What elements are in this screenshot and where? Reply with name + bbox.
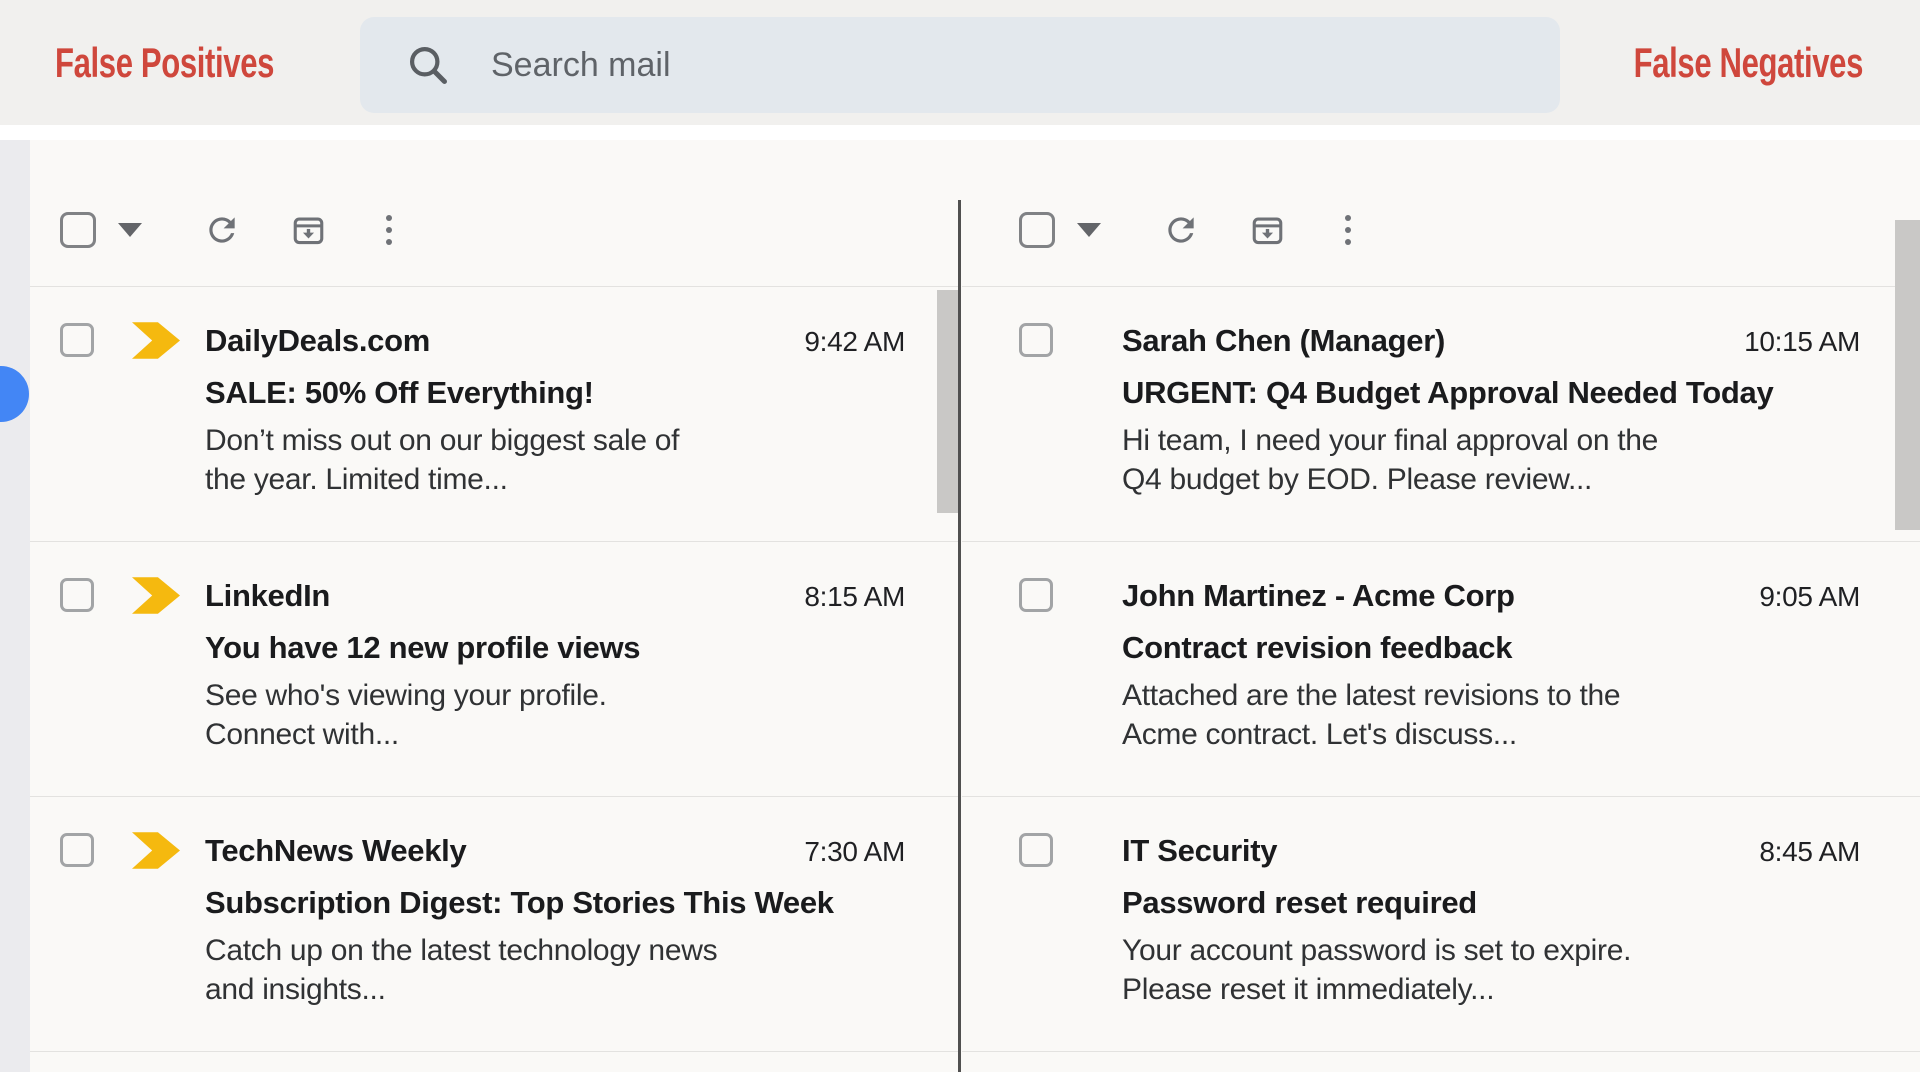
email-text: Sarah Chen (Manager) 10:15 AM URGENT: Q4… bbox=[1122, 320, 1860, 499]
email-sender: TechNews Weekly bbox=[205, 830, 466, 872]
email-text: LinkedIn 8:15 AM You have 12 new profile… bbox=[205, 575, 905, 754]
email-text: TechNews Weekly 7:30 AM Subscription Dig… bbox=[205, 830, 905, 1009]
email-first-line: IT Security 8:45 AM bbox=[1122, 830, 1860, 872]
email-snippet-line2: the year. Limited time... bbox=[205, 460, 905, 499]
email-subject: Subscription Digest: Top Stories This We… bbox=[205, 883, 905, 923]
email-row[interactable]: DailyDeals.com 9:42 AM SALE: 50% Off Eve… bbox=[30, 287, 960, 542]
email-time: 9:42 AM bbox=[804, 326, 905, 358]
archive-icon[interactable] bbox=[290, 212, 327, 249]
email-snippet-line2: Connect with... bbox=[205, 715, 905, 754]
email-snippet-line2: and insights... bbox=[205, 970, 905, 1009]
select-all-checkbox[interactable] bbox=[60, 212, 96, 248]
email-subject: URGENT: Q4 Budget Approval Needed Today bbox=[1122, 373, 1860, 413]
email-subject: Password reset required bbox=[1122, 883, 1860, 923]
email-snippet-line1: Your account password is set to expire. bbox=[1122, 931, 1860, 970]
false-positives-email-list: DailyDeals.com 9:42 AM SALE: 50% Off Eve… bbox=[30, 287, 960, 1052]
email-time: 8:45 AM bbox=[1759, 836, 1860, 868]
false-positives-title: False Positives bbox=[55, 0, 274, 125]
header-separator bbox=[0, 125, 1920, 140]
email-subject: Contract revision feedback bbox=[1122, 628, 1860, 668]
email-first-line: Sarah Chen (Manager) 10:15 AM bbox=[1122, 320, 1860, 362]
content-area: DailyDeals.com 9:42 AM SALE: 50% Off Eve… bbox=[0, 140, 1920, 1072]
email-row[interactable]: John Martinez - Acme Corp 9:05 AM Contra… bbox=[962, 542, 1920, 797]
right-toolbar bbox=[962, 140, 1920, 287]
email-row[interactable]: TechNews Weekly 7:30 AM Subscription Dig… bbox=[30, 797, 960, 1052]
false-negatives-panel: Sarah Chen (Manager) 10:15 AM URGENT: Q4… bbox=[962, 140, 1920, 1072]
email-snippet-line1: Attached are the latest revisions to the bbox=[1122, 676, 1860, 715]
email-checkbox[interactable] bbox=[60, 833, 94, 867]
email-text: John Martinez - Acme Corp 9:05 AM Contra… bbox=[1122, 575, 1860, 754]
email-snippet-line2: Please reset it immediately... bbox=[1122, 970, 1860, 1009]
email-checkbox[interactable] bbox=[1019, 323, 1053, 357]
email-time: 7:30 AM bbox=[804, 836, 905, 868]
email-row[interactable]: Sarah Chen (Manager) 10:15 AM URGENT: Q4… bbox=[962, 287, 1920, 542]
top-bar: False Positives False Negatives bbox=[0, 0, 1920, 125]
email-first-line: DailyDeals.com 9:42 AM bbox=[205, 320, 905, 362]
selection-dropdown-caret-icon[interactable] bbox=[1077, 223, 1101, 237]
email-sender: LinkedIn bbox=[205, 575, 330, 617]
email-snippet-line2: Acme contract. Let's discuss... bbox=[1122, 715, 1860, 754]
archive-icon[interactable] bbox=[1249, 212, 1286, 249]
left-scrollbar-thumb[interactable] bbox=[937, 290, 958, 513]
mail-app-screen: False Positives False Negatives bbox=[0, 0, 1920, 1072]
email-subject: You have 12 new profile views bbox=[205, 628, 905, 668]
email-text: IT Security 8:45 AM Password reset requi… bbox=[1122, 830, 1860, 1009]
selection-dropdown-caret-icon[interactable] bbox=[118, 223, 142, 237]
email-text: DailyDeals.com 9:42 AM SALE: 50% Off Eve… bbox=[205, 320, 905, 499]
false-negatives-title: False Negatives bbox=[1634, 0, 1863, 125]
more-options-icon[interactable] bbox=[1345, 215, 1351, 245]
email-time: 8:15 AM bbox=[804, 581, 905, 613]
select-all-checkbox[interactable] bbox=[1019, 212, 1055, 248]
right-scrollbar-thumb[interactable] bbox=[1895, 220, 1920, 530]
email-subject: SALE: 50% Off Everything! bbox=[205, 373, 905, 413]
search-input[interactable] bbox=[489, 45, 1530, 86]
importance-marker-icon[interactable] bbox=[132, 322, 180, 359]
email-first-line: LinkedIn 8:15 AM bbox=[205, 575, 905, 617]
false-positives-panel: DailyDeals.com 9:42 AM SALE: 50% Off Eve… bbox=[30, 140, 960, 1072]
email-snippet-line2: Q4 budget by EOD. Please review... bbox=[1122, 460, 1860, 499]
search-icon bbox=[405, 42, 451, 88]
email-snippet-line1: Hi team, I need your final approval on t… bbox=[1122, 421, 1860, 460]
refresh-icon[interactable] bbox=[203, 211, 241, 249]
email-row[interactable]: IT Security 8:45 AM Password reset requi… bbox=[962, 797, 1920, 1052]
refresh-icon[interactable] bbox=[1162, 211, 1200, 249]
email-checkbox[interactable] bbox=[60, 323, 94, 357]
left-toolbar bbox=[30, 140, 960, 287]
email-sender: John Martinez - Acme Corp bbox=[1122, 575, 1515, 617]
email-first-line: TechNews Weekly 7:30 AM bbox=[205, 830, 905, 872]
email-snippet-line1: See who's viewing your profile. bbox=[205, 676, 905, 715]
email-checkbox[interactable] bbox=[60, 578, 94, 612]
email-snippet-line1: Catch up on the latest technology news bbox=[205, 931, 905, 970]
email-sender: DailyDeals.com bbox=[205, 320, 430, 362]
email-row[interactable]: LinkedIn 8:15 AM You have 12 new profile… bbox=[30, 542, 960, 797]
email-first-line: John Martinez - Acme Corp 9:05 AM bbox=[1122, 575, 1860, 617]
importance-marker-icon[interactable] bbox=[132, 577, 180, 614]
email-checkbox[interactable] bbox=[1019, 578, 1053, 612]
email-time: 9:05 AM bbox=[1759, 581, 1860, 613]
importance-marker-icon[interactable] bbox=[132, 832, 180, 869]
false-negatives-email-list: Sarah Chen (Manager) 10:15 AM URGENT: Q4… bbox=[962, 287, 1920, 1052]
email-sender: Sarah Chen (Manager) bbox=[1122, 320, 1445, 362]
more-options-icon[interactable] bbox=[386, 215, 392, 245]
search-bar[interactable] bbox=[360, 17, 1560, 113]
email-snippet-line1: Don’t miss out on our biggest sale of bbox=[205, 421, 905, 460]
left-gutter bbox=[0, 140, 30, 1072]
email-sender: IT Security bbox=[1122, 830, 1277, 872]
email-time: 10:15 AM bbox=[1744, 326, 1860, 358]
email-checkbox[interactable] bbox=[1019, 833, 1053, 867]
panel-divider bbox=[958, 200, 961, 1072]
